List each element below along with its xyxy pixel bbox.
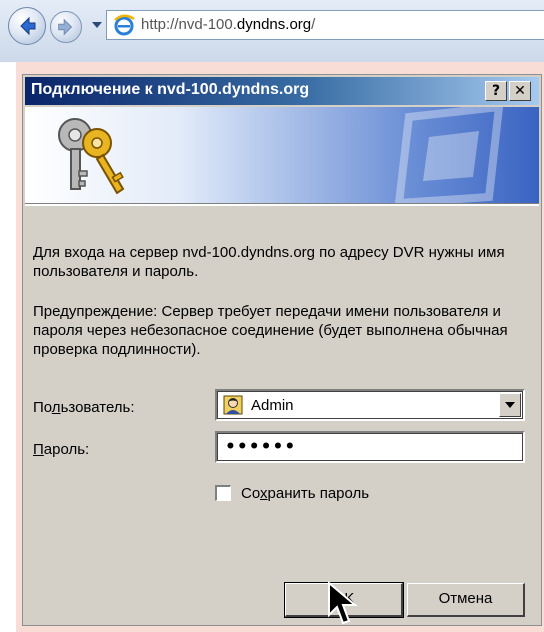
username-value: Admin	[251, 397, 294, 414]
username-label-post: ьзователь:	[60, 399, 135, 416]
username-label-accel: л	[51, 399, 61, 416]
forward-arrow-icon	[58, 18, 73, 36]
username-label-pre: По	[33, 399, 52, 416]
mouse-cursor-icon	[328, 581, 358, 625]
password-label-post: ароль:	[43, 441, 90, 458]
user-icon	[223, 395, 243, 415]
address-text: http://nvd-100.dyndns.org/	[141, 16, 315, 33]
password-label: Пароль:	[33, 441, 89, 458]
login-dialog: Подключение к nvd-100.dyndns.org ? ✕ Для…	[22, 74, 542, 626]
browser-toolbar: http://nvd-100.dyndns.org/	[0, 0, 544, 62]
back-button[interactable]	[8, 7, 46, 45]
close-button[interactable]: ✕	[509, 81, 531, 101]
address-host: dyndns.org	[236, 16, 312, 33]
remember-label-accel: х	[260, 485, 268, 502]
address-bar[interactable]: http://nvd-100.dyndns.org/	[106, 10, 544, 40]
password-label-accel: П	[33, 441, 44, 458]
keys-icon	[58, 118, 125, 195]
address-suffix: /	[311, 16, 316, 33]
username-dropdown-button[interactable]	[499, 393, 521, 417]
password-field[interactable]: ••••••	[215, 431, 525, 463]
cancel-button[interactable]: Отмена	[407, 583, 525, 617]
back-arrow-icon	[20, 16, 36, 36]
dialog-title: Подключение к nvd-100.dyndns.org	[31, 81, 310, 98]
history-dropdown-icon[interactable]	[92, 22, 102, 28]
dialog-message: Для входа на сервер nvd-100.dyndns.org п…	[33, 244, 505, 280]
remember-password-checkbox[interactable]	[215, 485, 231, 501]
banner-background-icon	[394, 107, 504, 203]
dialog-warning: Предупреждение: Сервер требует передачи …	[33, 303, 508, 358]
dialog-banner	[25, 107, 539, 203]
banner-separator	[25, 203, 539, 206]
dialog-titlebar[interactable]: Подключение к nvd-100.dyndns.org ? ✕	[25, 77, 539, 105]
address-prefix: http://nvd-100.	[141, 16, 237, 33]
remember-label-post: ранить пароль	[267, 485, 370, 502]
forward-button[interactable]	[50, 11, 82, 43]
remember-label-pre: Со	[241, 485, 261, 502]
username-combobox[interactable]: Admin	[215, 389, 525, 421]
remember-password-label[interactable]: Сохранить пароль	[241, 485, 369, 502]
ie-icon	[114, 14, 135, 36]
help-button[interactable]: ?	[485, 81, 507, 101]
username-label: Пользователь:	[33, 399, 135, 416]
password-value: ••••••	[225, 437, 297, 457]
